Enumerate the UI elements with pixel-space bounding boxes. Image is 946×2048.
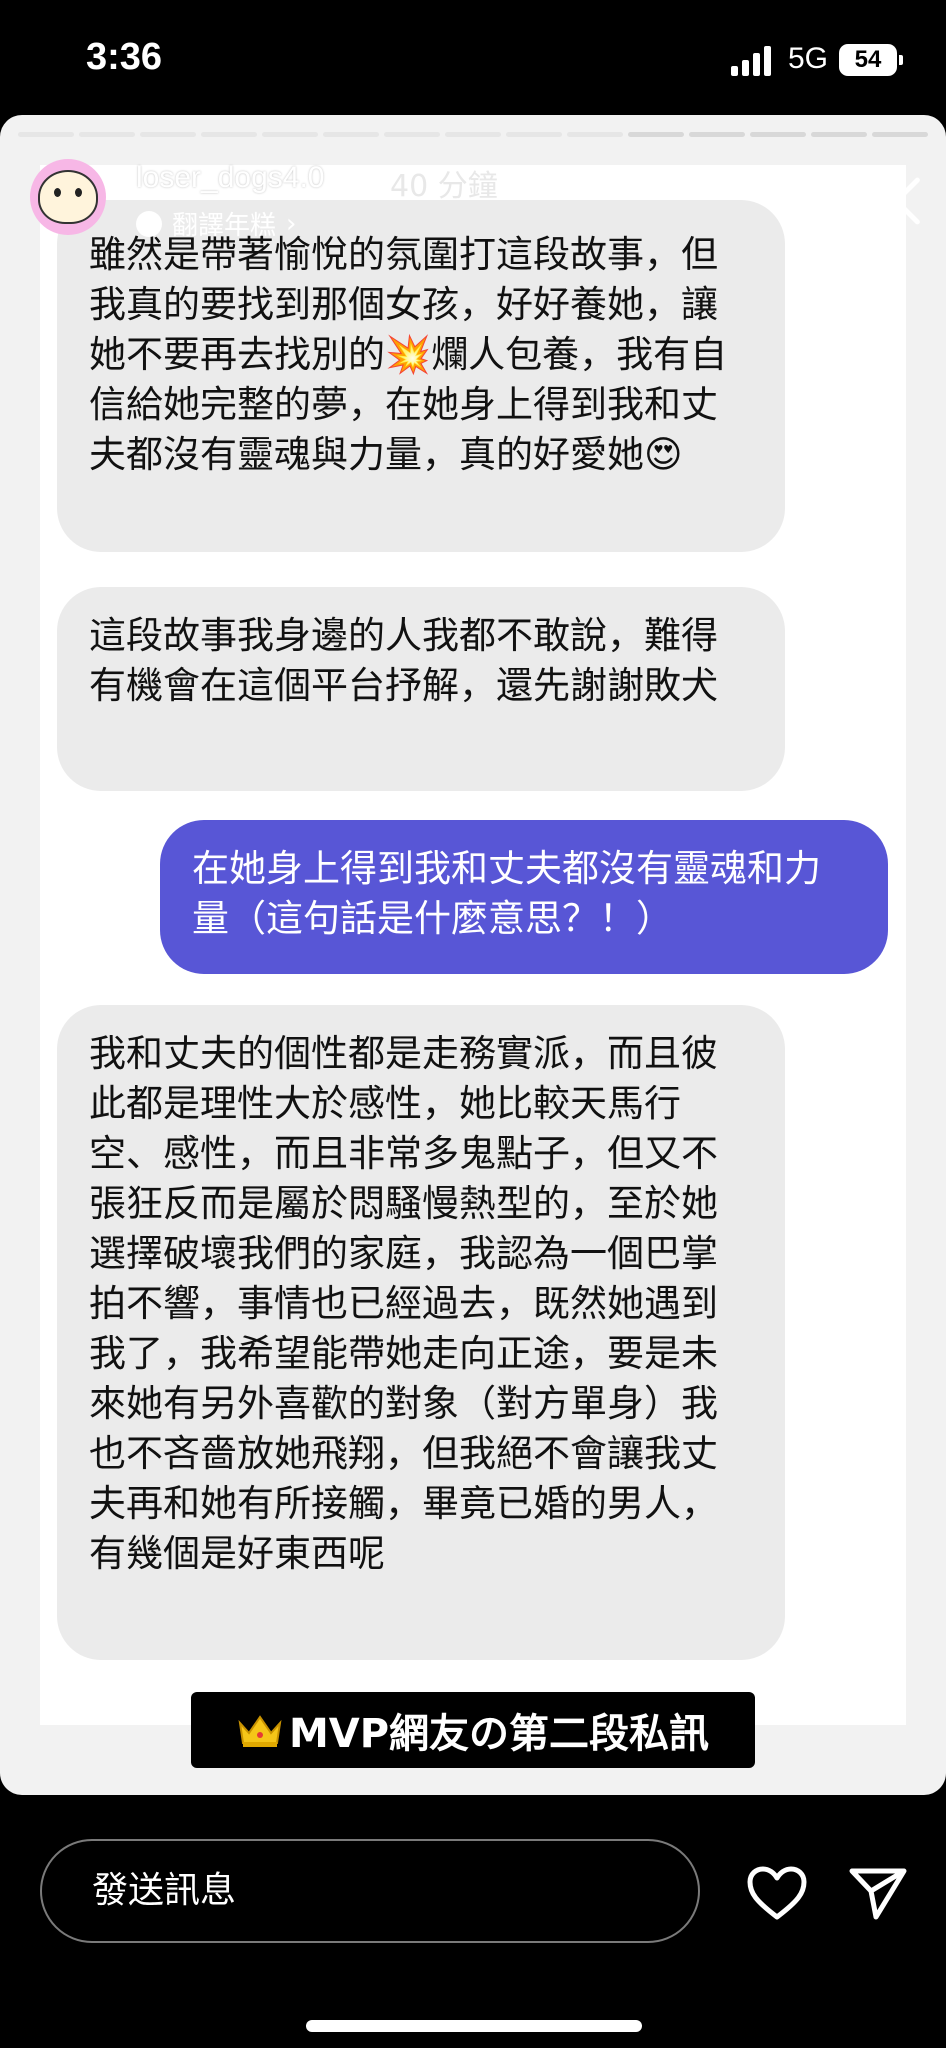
reply-bar: 發送訊息 <box>0 1795 946 2048</box>
progress-segment <box>811 132 867 137</box>
progress-segment <box>567 132 623 137</box>
progress-segment <box>506 132 562 137</box>
translate-label: 翻譯年糕 <box>172 211 277 241</box>
progress-segment <box>262 132 318 137</box>
message-bubble-incoming: 雖然是帶著愉悅的氛圍打這段故事，但我真的要找到那個女孩，好好養她，讓她不要再去找… <box>57 200 785 552</box>
send-message-input[interactable]: 發送訊息 <box>40 1839 700 1943</box>
dog-avatar-icon <box>38 170 98 224</box>
progress-segment <box>628 132 684 137</box>
chevron-right-icon: › <box>286 208 297 239</box>
progress-segment <box>445 132 501 137</box>
progress-segment <box>689 132 745 137</box>
battery-icon: 54 <box>839 44 903 76</box>
message-bubble-outgoing: 在她身上得到我和丈夫都沒有靈魂和力量（這句話是什麼意思？！） <box>160 820 888 974</box>
caption-text: MVP網友の第二段私訊 <box>288 1711 710 1757</box>
progress-segment <box>750 132 806 137</box>
progress-segment <box>872 132 928 137</box>
progress-segment <box>140 132 196 137</box>
message-bubble-incoming: 這段故事我身邊的人我都不敢說，難得有機會在這個平台抒解，還先謝謝敗犬 <box>57 587 785 791</box>
story-time-ago: 40 分鐘 <box>390 169 498 204</box>
story-caption: MVP網友の第二段私訊 <box>191 1692 755 1768</box>
story-username[interactable]: loser_dogs4.0 <box>136 161 324 195</box>
cellular-signal-icon <box>731 44 775 76</box>
avatar[interactable] <box>30 159 106 235</box>
status-bar: 3:36 5G 54 <box>0 0 946 115</box>
more-options-button[interactable]: ••• <box>780 185 863 225</box>
status-time: 3:36 <box>86 36 163 78</box>
close-button[interactable] <box>866 169 928 231</box>
translate-link[interactable]: 翻譯年糕 › <box>136 205 296 242</box>
story-viewer[interactable]: loser_dogs4.0 40 分鐘 翻譯年糕 › ••• 雖然是帶著愉悅的氛… <box>0 115 946 1795</box>
progress-segment <box>18 132 74 137</box>
music-disc-icon <box>136 210 162 237</box>
progress-segment <box>323 132 379 137</box>
progress-segment <box>201 132 257 137</box>
home-indicator[interactable] <box>306 2020 642 2032</box>
send-icon[interactable] <box>848 1865 908 1921</box>
story-progress-bar <box>18 132 928 137</box>
progress-segment <box>79 132 135 137</box>
message-bubble-incoming: 我和丈夫的個性都是走務實派，而且彼此都是理性大於感性，她比較天馬行空、感性，而且… <box>57 1005 785 1660</box>
crown-icon <box>237 1711 283 1749</box>
progress-segment <box>384 132 440 137</box>
network-type: 5G <box>788 42 829 75</box>
heart-icon[interactable] <box>746 1865 808 1921</box>
